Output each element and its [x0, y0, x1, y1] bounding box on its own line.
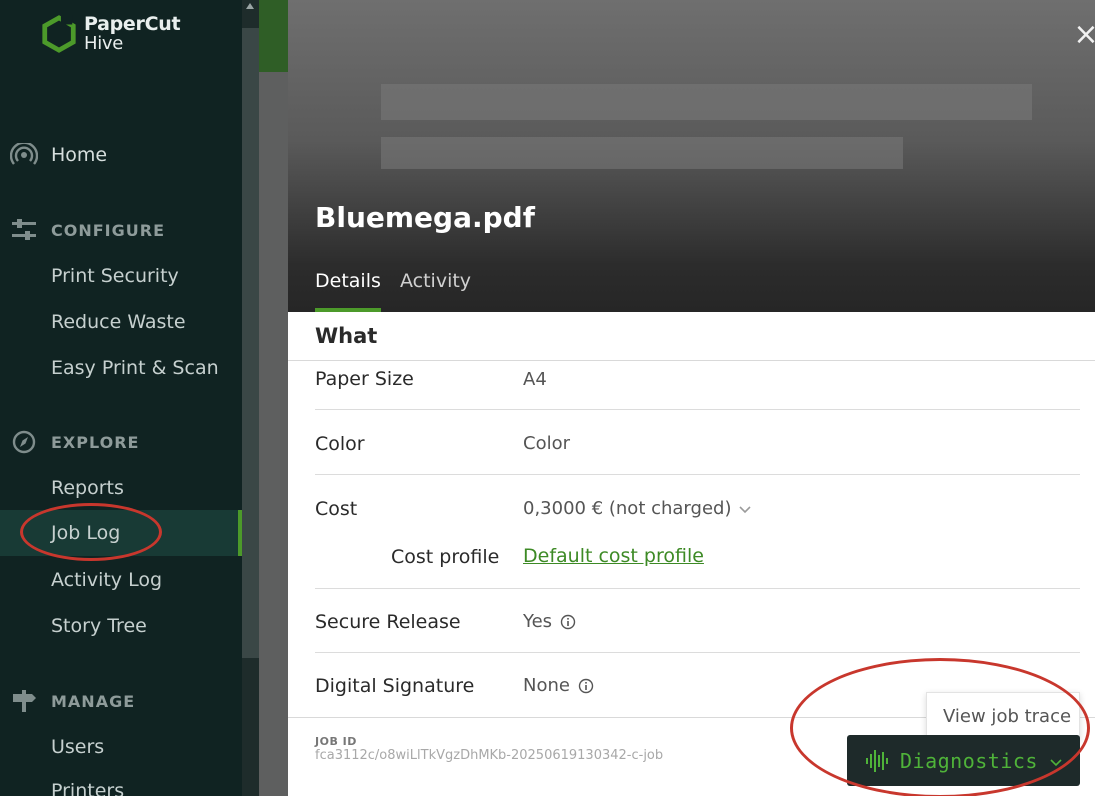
sidebar-item-label: Reduce Waste [51, 311, 186, 333]
divider [315, 474, 1080, 475]
sidebar-item-easy-print-scan[interactable]: Easy Print & Scan [0, 345, 242, 391]
sidebar-item-label: Easy Print & Scan [51, 357, 219, 379]
cost-label: Cost [315, 498, 358, 520]
cost-profile-link[interactable]: Default cost profile [523, 545, 704, 567]
secure-release-label: Secure Release [315, 611, 461, 633]
close-icon[interactable]: × [1071, 20, 1095, 50]
sidebar-item-label: Story Tree [51, 615, 147, 637]
info-icon[interactable] [560, 614, 576, 630]
sidebar-item-label: Activity Log [51, 569, 163, 591]
section-heading: EXPLORE [51, 432, 140, 452]
tab-activity[interactable]: Activity [400, 270, 471, 312]
cost-value: 0,3000 € (not charged) [523, 498, 732, 519]
papercut-hive-logo[interactable]: PaperCut Hive [40, 13, 181, 54]
paper-size-value: A4 [523, 369, 547, 390]
sidebar-scrollbar[interactable] [242, 0, 259, 796]
sidebar-section-configure: CONFIGURE [0, 207, 242, 253]
chevron-down-icon [1050, 759, 1062, 767]
sidebar-item-reduce-waste[interactable]: Reduce Waste [0, 299, 242, 345]
section-heading: CONFIGURE [51, 220, 165, 240]
paper-size-label: Paper Size [315, 368, 414, 390]
tab-details[interactable]: Details [315, 270, 381, 312]
chevron-down-icon [739, 505, 752, 513]
job-id-label: JOB ID [315, 735, 357, 748]
section-heading: MANAGE [51, 691, 136, 711]
scroll-up-arrow-icon[interactable] [246, 3, 254, 9]
background-page-edge [259, 0, 289, 796]
sidebar-item-job-log[interactable]: Job Log [0, 510, 242, 556]
sliders-icon [12, 219, 36, 240]
compass-icon [12, 430, 36, 454]
hive-hexagon-logo-icon [42, 15, 76, 53]
preview-skeleton-bar [381, 84, 1032, 120]
sidebar-item-reports[interactable]: Reports [0, 465, 242, 511]
sidebar-item-print-security[interactable]: Print Security [0, 253, 242, 299]
sidebar-item-label: Reports [51, 477, 124, 499]
sidebar-section-explore: EXPLORE [0, 419, 242, 465]
digital-signature-label: Digital Signature [315, 675, 475, 697]
sidebar-item-users[interactable]: Users [0, 724, 242, 770]
sidebar-item-label: Print Security [51, 265, 179, 287]
color-value: Color [523, 433, 570, 454]
sidebar-item-label: Job Log [51, 522, 121, 544]
cost-profile-label: Cost profile [391, 546, 500, 568]
sidebar-item-label: Printers [51, 780, 125, 796]
logo-line-2: Hive [84, 33, 124, 54]
divider [315, 652, 1080, 653]
diagnostics-button[interactable]: Diagnostics [847, 735, 1080, 786]
divider [288, 360, 1095, 361]
color-label: Color [315, 433, 365, 455]
signpost-icon [13, 690, 36, 712]
sidebar-section-manage: MANAGE [0, 678, 242, 724]
digital-signature-value-group: None [523, 675, 594, 696]
sidebar-item-printers[interactable]: Printers [0, 768, 242, 796]
sidebar-item-story-tree[interactable]: Story Tree [0, 603, 242, 649]
secure-release-value: Yes [523, 611, 553, 632]
diagnostics-label: Diagnostics [900, 749, 1038, 773]
sidebar-item-home[interactable]: Home [0, 132, 242, 178]
view-job-trace-menu-item[interactable]: View job trace [926, 692, 1080, 740]
preview-skeleton-bar [381, 137, 903, 169]
logo-wordmark: PaperCut Hive [84, 13, 181, 54]
sidebar: PaperCut Hive Home CONFIGURE Print Secur… [0, 0, 259, 796]
broadcast-icon [10, 143, 38, 165]
sidebar-item-label: Home [51, 144, 108, 166]
divider [315, 409, 1080, 410]
divider [315, 588, 1080, 589]
job-details-drawer: × Bluemega.pdf Details Activity What Pap… [288, 0, 1095, 796]
section-title-what: What [315, 324, 378, 348]
secure-release-value-group: Yes [523, 611, 576, 632]
background-page-header [259, 0, 289, 72]
file-title: Bluemega.pdf [315, 201, 535, 234]
digital-signature-value: None [523, 675, 570, 696]
waveform-icon [866, 750, 888, 772]
info-icon[interactable] [578, 678, 594, 694]
cost-value-toggle[interactable]: 0,3000 € (not charged) [523, 498, 752, 519]
sidebar-scrollbar-thumb[interactable] [242, 28, 259, 658]
job-id-value: fca3112c/o8wiLlTkVgzDhMKb-20250619130342… [315, 748, 664, 763]
sidebar-item-activity-log[interactable]: Activity Log [0, 557, 242, 603]
logo-line-1: PaperCut [84, 13, 181, 35]
sidebar-item-label: Users [51, 736, 105, 758]
drawer-header: × Bluemega.pdf Details Activity [288, 0, 1095, 312]
